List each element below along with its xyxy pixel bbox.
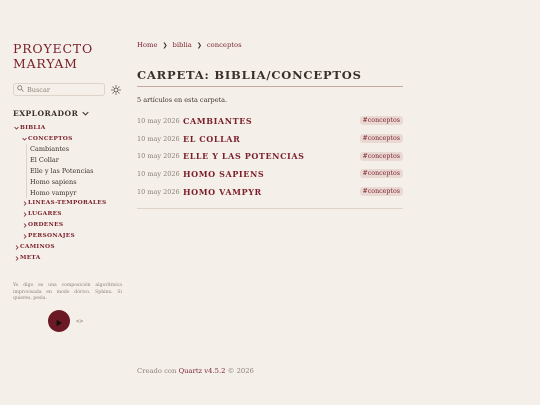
- folder-label: PERSONAJES: [28, 233, 75, 240]
- breadcrumb-separator: ❯: [196, 41, 202, 49]
- item-date: 10 may 2026: [137, 169, 180, 178]
- folder-ordenes[interactable]: ORDENES: [13, 220, 124, 231]
- footer-prefix: Creado con: [137, 367, 177, 375]
- play-icon: [55, 312, 63, 331]
- article-count: 5 artículos en esta carpeta.: [137, 96, 228, 104]
- audio-player: <>: [48, 310, 83, 332]
- chevron-down-icon: [13, 126, 20, 130]
- folder-meta[interactable]: META: [13, 253, 124, 264]
- article-list: 10 may 2026 CAMBIANTES #conceptos 10 may…: [137, 112, 403, 210]
- list-item: 10 may 2026 HOMO VAMPYR #conceptos: [137, 183, 403, 201]
- folder-label: LINEAS-TEMPORALES: [28, 200, 107, 207]
- list-item: 10 may 2026 ELLE Y LAS POTENCIAS #concep…: [137, 147, 403, 165]
- chevron-right-icon: [21, 212, 28, 217]
- code-icon[interactable]: <>: [76, 318, 83, 325]
- item-date: 10 may 2026: [137, 116, 180, 125]
- folder-personajes[interactable]: PERSONAJES: [13, 231, 124, 242]
- explorer-label: EXPLORADOR: [13, 109, 79, 118]
- page-title: CARPETA: BIBLIA/CONCEPTOS: [137, 68, 403, 87]
- item-date: 10 may 2026: [137, 152, 180, 161]
- item-date: 10 may 2026: [137, 134, 180, 143]
- search-icon: [17, 85, 24, 94]
- chevron-right-icon: [13, 245, 20, 250]
- footer: Creado con Quartz v4.5.2 © 2026: [137, 367, 254, 375]
- breadcrumb-biblia[interactable]: biblia: [173, 41, 192, 49]
- breadcrumb-conceptos[interactable]: conceptos: [207, 41, 242, 49]
- sidebar-note: Yo digo es una composición algorítmica i…: [13, 283, 122, 302]
- chevron-right-icon: [13, 256, 20, 261]
- main-content: Home ❯ biblia ❯ conceptos CARPETA: BIBLI…: [137, 38, 403, 210]
- folder-label: CONCEPTOS: [28, 135, 73, 142]
- file-item[interactable]: El Collar: [30, 155, 124, 166]
- theme-toggle-button[interactable]: [111, 85, 121, 95]
- site-title[interactable]: PROYECTO MARYAM: [13, 41, 124, 71]
- folder-label: LUGARES: [28, 211, 62, 218]
- file-item[interactable]: Cambiantes: [30, 144, 124, 155]
- conceptos-files: Cambiantes El Collar Elle y las Potencia…: [26, 144, 124, 198]
- file-item[interactable]: Elle y las Potencias: [30, 166, 124, 177]
- breadcrumb: Home ❯ biblia ❯ conceptos: [137, 38, 403, 52]
- tag-badge[interactable]: #conceptos: [359, 116, 403, 126]
- chevron-right-icon: [21, 201, 28, 206]
- item-title[interactable]: ELLE Y LAS POTENCIAS: [183, 151, 360, 161]
- folder-caminos[interactable]: CAMINOS: [13, 242, 124, 253]
- item-title[interactable]: CAMBIANTES: [183, 116, 360, 126]
- folder-label: META: [20, 255, 41, 262]
- search-input[interactable]: [27, 85, 97, 94]
- tag-badge[interactable]: #conceptos: [359, 169, 403, 179]
- item-title[interactable]: HOMO SAPIENS: [183, 169, 360, 179]
- folder-label: CAMINOS: [20, 244, 55, 251]
- folder-label: ORDENES: [28, 222, 64, 229]
- list-item: 10 may 2026 CAMBIANTES #conceptos: [137, 112, 403, 130]
- item-title[interactable]: EL COLLAR: [183, 134, 360, 144]
- chevron-down-icon: [21, 137, 28, 141]
- file-item[interactable]: Homo vampyr: [30, 187, 124, 198]
- chevron-down-icon: [82, 109, 89, 118]
- chevron-right-icon: [21, 234, 28, 239]
- site-title-line2[interactable]: MARYAM: [13, 56, 124, 71]
- site-title-line1[interactable]: PROYECTO: [13, 41, 124, 56]
- explorer-toggle[interactable]: EXPLORADOR: [13, 109, 124, 118]
- search-row: [13, 83, 124, 96]
- folder-conceptos[interactable]: CONCEPTOS: [13, 133, 124, 144]
- tag-badge[interactable]: #conceptos: [359, 151, 403, 161]
- breadcrumb-home[interactable]: Home: [137, 41, 158, 49]
- file-item[interactable]: Homo sapiens: [30, 176, 124, 187]
- item-date: 10 may 2026: [137, 187, 180, 196]
- tag-badge[interactable]: #conceptos: [359, 187, 403, 197]
- footer-link[interactable]: Quartz v4.5.2: [179, 367, 226, 375]
- breadcrumb-separator: ❯: [162, 41, 168, 49]
- folder-label: BIBLIA: [20, 124, 46, 131]
- footer-suffix: © 2026: [227, 367, 254, 375]
- sun-icon: [111, 80, 121, 99]
- folder-lineas-temporales[interactable]: LINEAS-TEMPORALES: [13, 198, 124, 209]
- tag-badge[interactable]: #conceptos: [359, 134, 403, 144]
- folder-lugares[interactable]: LUGARES: [13, 209, 124, 220]
- search-box[interactable]: [13, 83, 105, 96]
- item-title[interactable]: HOMO VAMPYR: [183, 187, 360, 197]
- play-button[interactable]: [48, 310, 70, 332]
- list-item: 10 may 2026 HOMO SAPIENS #conceptos: [137, 165, 403, 183]
- list-item: 10 may 2026 EL COLLAR #conceptos: [137, 130, 403, 148]
- sidebar: PROYECTO MARYAM Buscar EXPLORADOR BIBLIA…: [13, 38, 124, 264]
- chevron-right-icon: [21, 223, 28, 228]
- file-tree: BIBLIA CONCEPTOS Cambiantes El Collar El…: [13, 122, 124, 264]
- folder-biblia[interactable]: BIBLIA: [13, 122, 124, 133]
